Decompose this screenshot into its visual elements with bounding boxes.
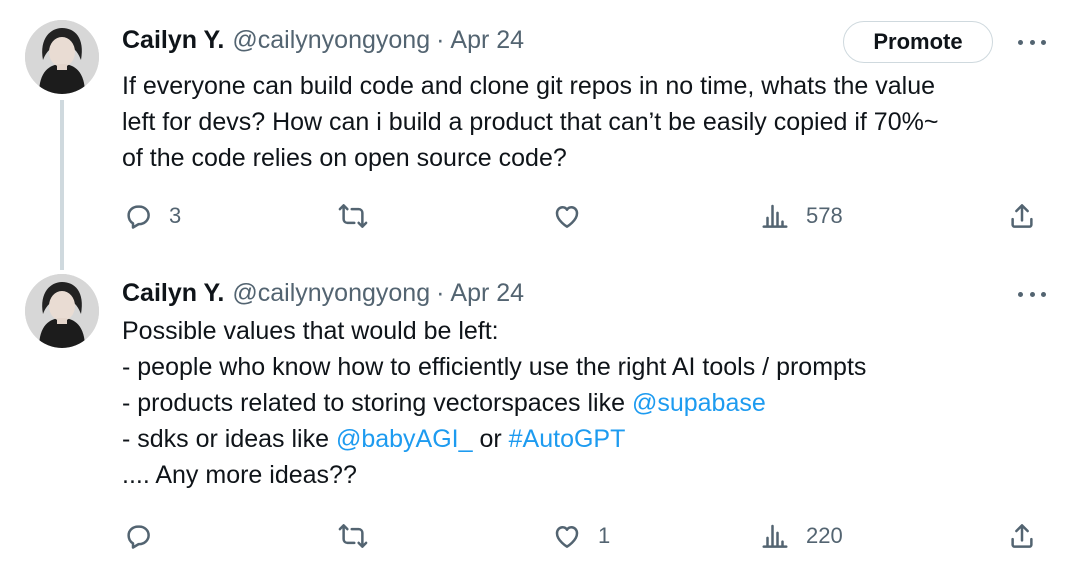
- heart-icon: [555, 206, 579, 228]
- reply-count: 3: [169, 203, 182, 228]
- tweet-text-line: - sdks or ideas like @babyAGI_ or #AutoG…: [122, 421, 1052, 457]
- retweet-button[interactable]: [338, 196, 368, 236]
- tweet-text-line: of the code relies on open source code?: [122, 144, 567, 172]
- retweet-icon: [338, 524, 368, 548]
- text-segment: - sdks or ideas like: [122, 425, 336, 453]
- more-icon[interactable]: [1014, 32, 1050, 52]
- like-button[interactable]: 1: [552, 516, 610, 556]
- separator-dot: ·: [436, 278, 445, 307]
- tweet-date[interactable]: Apr 24: [450, 26, 524, 55]
- avatar[interactable]: [25, 274, 99, 348]
- author-name[interactable]: Cailyn Y.: [122, 26, 224, 55]
- author-handle[interactable]: @cailynyongyong: [232, 26, 430, 55]
- tweet-text-line: - people who know how to efficiently use…: [122, 353, 867, 381]
- share-button[interactable]: [1007, 196, 1037, 236]
- thread-line: [60, 100, 64, 270]
- tweet[interactable]: Cailyn Y. @cailynyongyong · Apr 24 Possi…: [0, 262, 1076, 574]
- tweet-text: Possible values that would be left: - pe…: [122, 313, 1052, 493]
- share-icon: [1011, 204, 1033, 228]
- avatar[interactable]: [25, 20, 99, 94]
- tweet-text-line: - products related to storing vectorspac…: [122, 385, 1052, 421]
- action-bar: 3 578: [0, 196, 1076, 236]
- mention-link[interactable]: @supabase: [632, 389, 766, 417]
- share-button[interactable]: [1007, 516, 1037, 556]
- view-count: 220: [806, 523, 843, 548]
- tweet-date[interactable]: Apr 24: [450, 279, 524, 308]
- like-button[interactable]: [552, 196, 598, 236]
- tweet-text-line: left for devs? How can i build a product…: [122, 108, 939, 136]
- tweet-text: If everyone can build code and clone git…: [122, 68, 1052, 176]
- view-count: 578: [806, 203, 843, 228]
- reply-icon: [127, 525, 150, 549]
- more-icon[interactable]: [1014, 284, 1050, 304]
- tweet-text-line: .... Any more ideas??: [122, 461, 357, 489]
- tweet[interactable]: Cailyn Y. @cailynyongyong · Apr 24 Promo…: [0, 0, 1076, 270]
- heart-icon: [555, 526, 579, 548]
- reply-button[interactable]: [123, 516, 169, 556]
- tweet-header: Cailyn Y. @cailynyongyong · Apr 24: [122, 275, 524, 311]
- separator-dot: ·: [436, 25, 445, 54]
- retweet-icon: [338, 204, 368, 228]
- author-handle[interactable]: @cailynyongyong: [232, 279, 430, 308]
- views-icon: [762, 524, 788, 548]
- tweet-header: Cailyn Y. @cailynyongyong · Apr 24: [122, 22, 524, 58]
- reply-icon: [127, 205, 150, 229]
- share-icon: [1011, 524, 1033, 548]
- hashtag-link[interactable]: #AutoGPT: [509, 425, 626, 453]
- tweet-text-line: Possible values that would be left:: [122, 317, 499, 345]
- views-button[interactable]: 220: [760, 516, 843, 556]
- action-bar: 1 220: [0, 516, 1076, 556]
- retweet-button[interactable]: [338, 516, 368, 556]
- author-name[interactable]: Cailyn Y.: [122, 279, 224, 308]
- like-count: 1: [598, 523, 611, 548]
- views-button[interactable]: 578: [760, 196, 843, 236]
- views-icon: [762, 204, 788, 228]
- text-segment: or: [472, 425, 509, 453]
- text-segment: - products related to storing vectorspac…: [122, 389, 632, 417]
- mention-link[interactable]: @babyAGI_: [336, 425, 473, 453]
- promote-button[interactable]: Promote: [843, 21, 993, 63]
- tweet-text-line: If everyone can build code and clone git…: [122, 72, 936, 100]
- reply-button[interactable]: 3: [123, 196, 181, 236]
